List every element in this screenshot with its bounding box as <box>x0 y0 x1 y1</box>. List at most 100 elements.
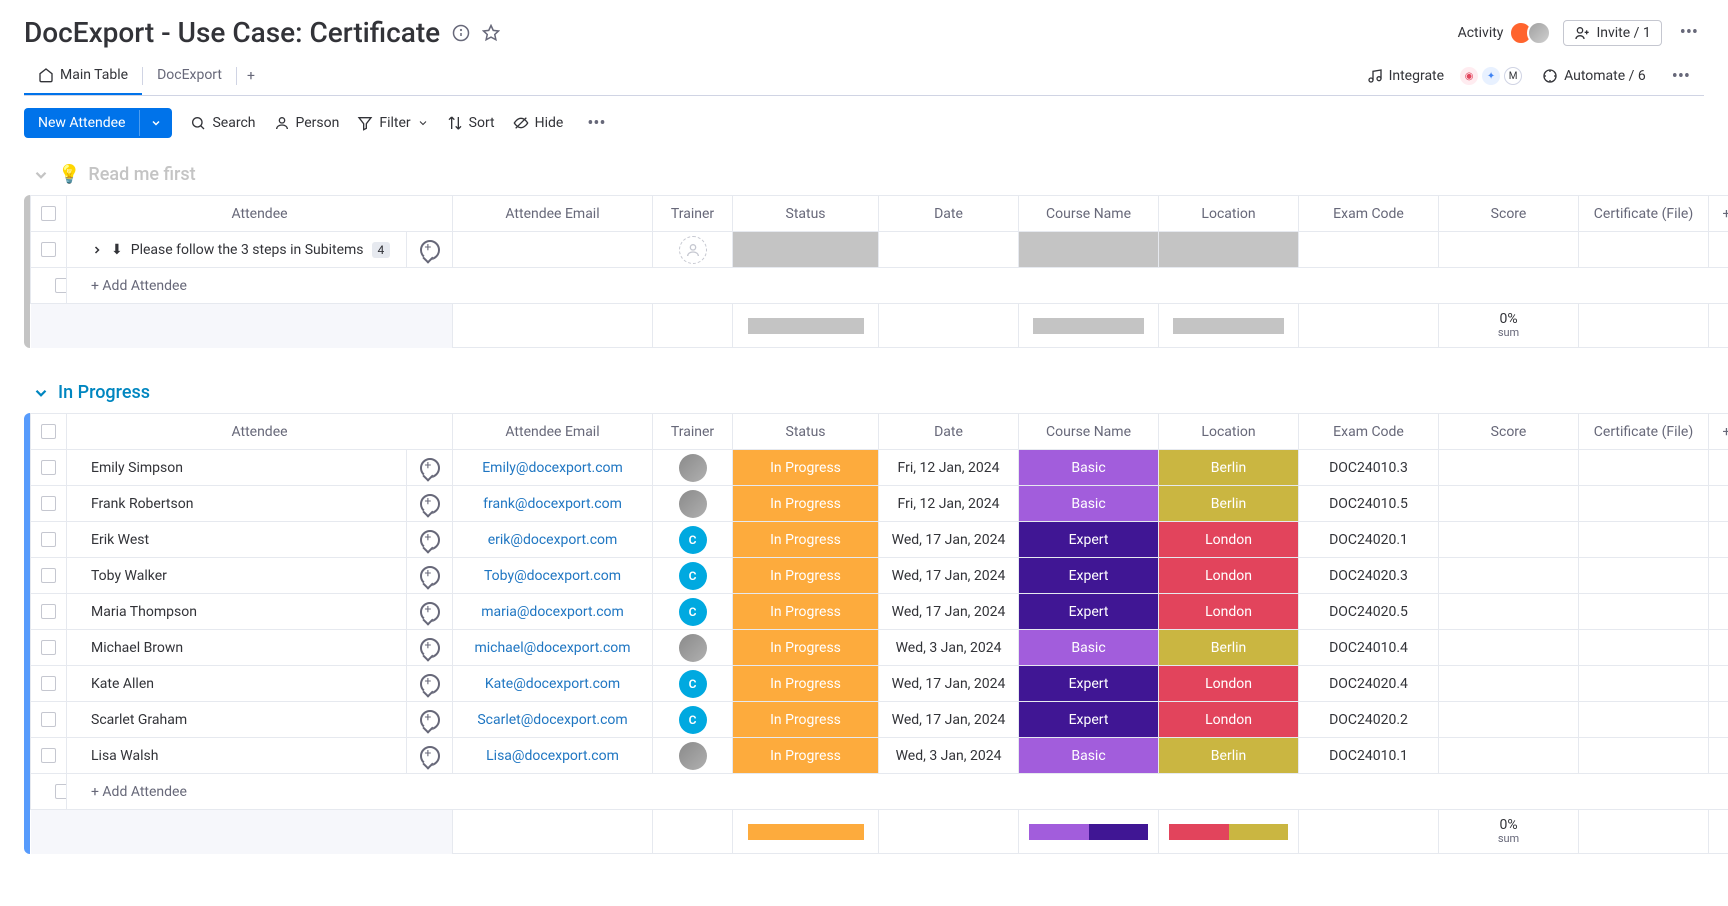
attendee-name[interactable]: Kate Allen <box>67 666 407 702</box>
table-row[interactable]: Maria Thompsonmaria@docexport.comCIn Pro… <box>31 594 1728 630</box>
trainer-avatar[interactable] <box>679 454 707 482</box>
date-cell[interactable]: Fri, 12 Jan, 2024 <box>879 486 1019 522</box>
date-cell[interactable]: Wed, 3 Jan, 2024 <box>879 630 1019 666</box>
group-title-inprogress[interactable]: In Progress <box>58 382 150 403</box>
chat-icon[interactable] <box>420 494 440 514</box>
col-course[interactable]: Course Name <box>1019 196 1159 232</box>
integration-icon-2[interactable]: ✦ <box>1482 67 1500 85</box>
person-tool[interactable]: Person <box>274 115 340 131</box>
row-checkbox[interactable] <box>41 748 56 763</box>
status-cell[interactable]: In Progress <box>733 522 879 558</box>
table-row[interactable]: Michael Brownmichael@docexport.comIn Pro… <box>31 630 1728 666</box>
tabs-more-icon[interactable]: ••• <box>1666 66 1696 87</box>
select-all-checkbox[interactable] <box>41 206 56 221</box>
attendee-name[interactable]: Scarlet Graham <box>67 702 407 738</box>
col-status[interactable]: Status <box>733 414 879 450</box>
table-row[interactable]: ⬇ Please follow the 3 steps in Subitems … <box>31 232 1728 268</box>
integrate-button[interactable]: Integrate <box>1367 68 1445 84</box>
date-cell[interactable]: Wed, 17 Jan, 2024 <box>879 594 1019 630</box>
add-column-button[interactable]: + <box>1709 196 1728 232</box>
score-cell[interactable] <box>1439 738 1579 774</box>
col-cert[interactable]: Certificate (File) <box>1579 414 1709 450</box>
tab-main-table[interactable]: Main Table <box>24 57 142 95</box>
location-cell[interactable]: London <box>1159 594 1299 630</box>
status-cell[interactable]: In Progress <box>733 450 879 486</box>
integration-icon-3[interactable]: M <box>1504 67 1522 85</box>
invite-button[interactable]: Invite / 1 <box>1563 20 1661 46</box>
row-checkbox[interactable] <box>41 242 56 257</box>
integration-icon-1[interactable]: ◉ <box>1460 67 1478 85</box>
chevron-right-icon[interactable] <box>91 244 103 256</box>
course-cell[interactable]: Basic <box>1019 486 1159 522</box>
score-cell[interactable] <box>1439 558 1579 594</box>
cert-cell[interactable] <box>1579 738 1709 774</box>
toolbar-more-icon[interactable]: ••• <box>581 113 611 134</box>
row-checkbox[interactable] <box>41 532 56 547</box>
trainer-avatar[interactable] <box>679 634 707 662</box>
add-column-button[interactable]: + <box>1709 414 1728 450</box>
location-cell[interactable] <box>1159 232 1298 267</box>
location-cell[interactable]: Berlin <box>1159 486 1299 522</box>
score-cell[interactable] <box>1439 702 1579 738</box>
location-cell[interactable]: London <box>1159 522 1299 558</box>
cert-cell[interactable] <box>1579 630 1709 666</box>
score-cell[interactable] <box>1439 486 1579 522</box>
exam-cell[interactable]: DOC24020.2 <box>1299 702 1439 738</box>
trainer-avatar[interactable]: C <box>679 670 707 698</box>
attendee-email[interactable]: Scarlet@docexport.com <box>477 712 627 728</box>
attendee-name[interactable]: Maria Thompson <box>67 594 407 630</box>
more-menu-icon[interactable]: ••• <box>1674 22 1704 43</box>
activity-label[interactable]: Activity <box>1458 25 1504 41</box>
cert-cell[interactable] <box>1579 558 1709 594</box>
score-cell[interactable] <box>1439 630 1579 666</box>
chevron-down-icon[interactable] <box>32 166 50 184</box>
exam-cell[interactable]: DOC24020.3 <box>1299 558 1439 594</box>
exam-cell[interactable]: DOC24010.1 <box>1299 738 1439 774</box>
date-cell[interactable]: Wed, 17 Jan, 2024 <box>879 522 1019 558</box>
col-score[interactable]: Score <box>1439 196 1579 232</box>
course-cell[interactable]: Basic <box>1019 630 1159 666</box>
status-cell[interactable]: In Progress <box>733 558 879 594</box>
col-email[interactable]: Attendee Email <box>453 196 653 232</box>
status-cell[interactable]: In Progress <box>733 594 879 630</box>
course-cell[interactable] <box>1019 232 1158 267</box>
trainer-avatar[interactable]: C <box>679 706 707 734</box>
location-cell[interactable]: London <box>1159 666 1299 702</box>
table-row[interactable]: Scarlet GrahamScarlet@docexport.comCIn P… <box>31 702 1728 738</box>
chat-icon[interactable] <box>420 710 440 730</box>
col-course[interactable]: Course Name <box>1019 414 1159 450</box>
attendee-name[interactable]: Frank Robertson <box>67 486 407 522</box>
attendee-email[interactable]: Kate@docexport.com <box>485 676 620 692</box>
course-cell[interactable]: Expert <box>1019 702 1159 738</box>
info-icon[interactable] <box>452 24 470 42</box>
row-checkbox[interactable] <box>55 784 67 799</box>
table-row[interactable]: Toby WalkerToby@docexport.comCIn Progres… <box>31 558 1728 594</box>
cert-cell[interactable] <box>1579 666 1709 702</box>
col-email[interactable]: Attendee Email <box>453 414 653 450</box>
table-row[interactable]: Kate AllenKate@docexport.comCIn Progress… <box>31 666 1728 702</box>
table-row[interactable]: Frank Robertsonfrank@docexport.comIn Pro… <box>31 486 1728 522</box>
cert-cell[interactable] <box>1579 450 1709 486</box>
date-cell[interactable]: Wed, 17 Jan, 2024 <box>879 666 1019 702</box>
attendee-name[interactable]: Emily Simpson <box>67 450 407 486</box>
attendee-email[interactable]: frank@docexport.com <box>483 496 622 512</box>
add-attendee-row[interactable]: + Add Attendee <box>31 774 1728 810</box>
row-checkbox[interactable] <box>41 496 56 511</box>
chat-icon[interactable] <box>420 530 440 550</box>
course-cell[interactable]: Expert <box>1019 594 1159 630</box>
col-status[interactable]: Status <box>733 196 879 232</box>
col-score[interactable]: Score <box>1439 414 1579 450</box>
add-attendee-row[interactable]: + Add Attendee <box>31 268 1728 304</box>
score-cell[interactable] <box>1439 594 1579 630</box>
attendee-name[interactable]: Lisa Walsh <box>67 738 407 774</box>
filter-tool[interactable]: Filter <box>357 115 428 131</box>
trainer-avatar[interactable] <box>679 490 707 518</box>
col-location[interactable]: Location <box>1159 196 1299 232</box>
course-cell[interactable]: Expert <box>1019 666 1159 702</box>
chevron-down-icon[interactable] <box>32 384 50 402</box>
location-cell[interactable]: Berlin <box>1159 450 1299 486</box>
exam-cell[interactable]: DOC24020.1 <box>1299 522 1439 558</box>
trainer-avatar[interactable]: C <box>679 526 707 554</box>
attendee-email[interactable]: erik@docexport.com <box>488 532 618 548</box>
exam-cell[interactable]: DOC24010.3 <box>1299 450 1439 486</box>
